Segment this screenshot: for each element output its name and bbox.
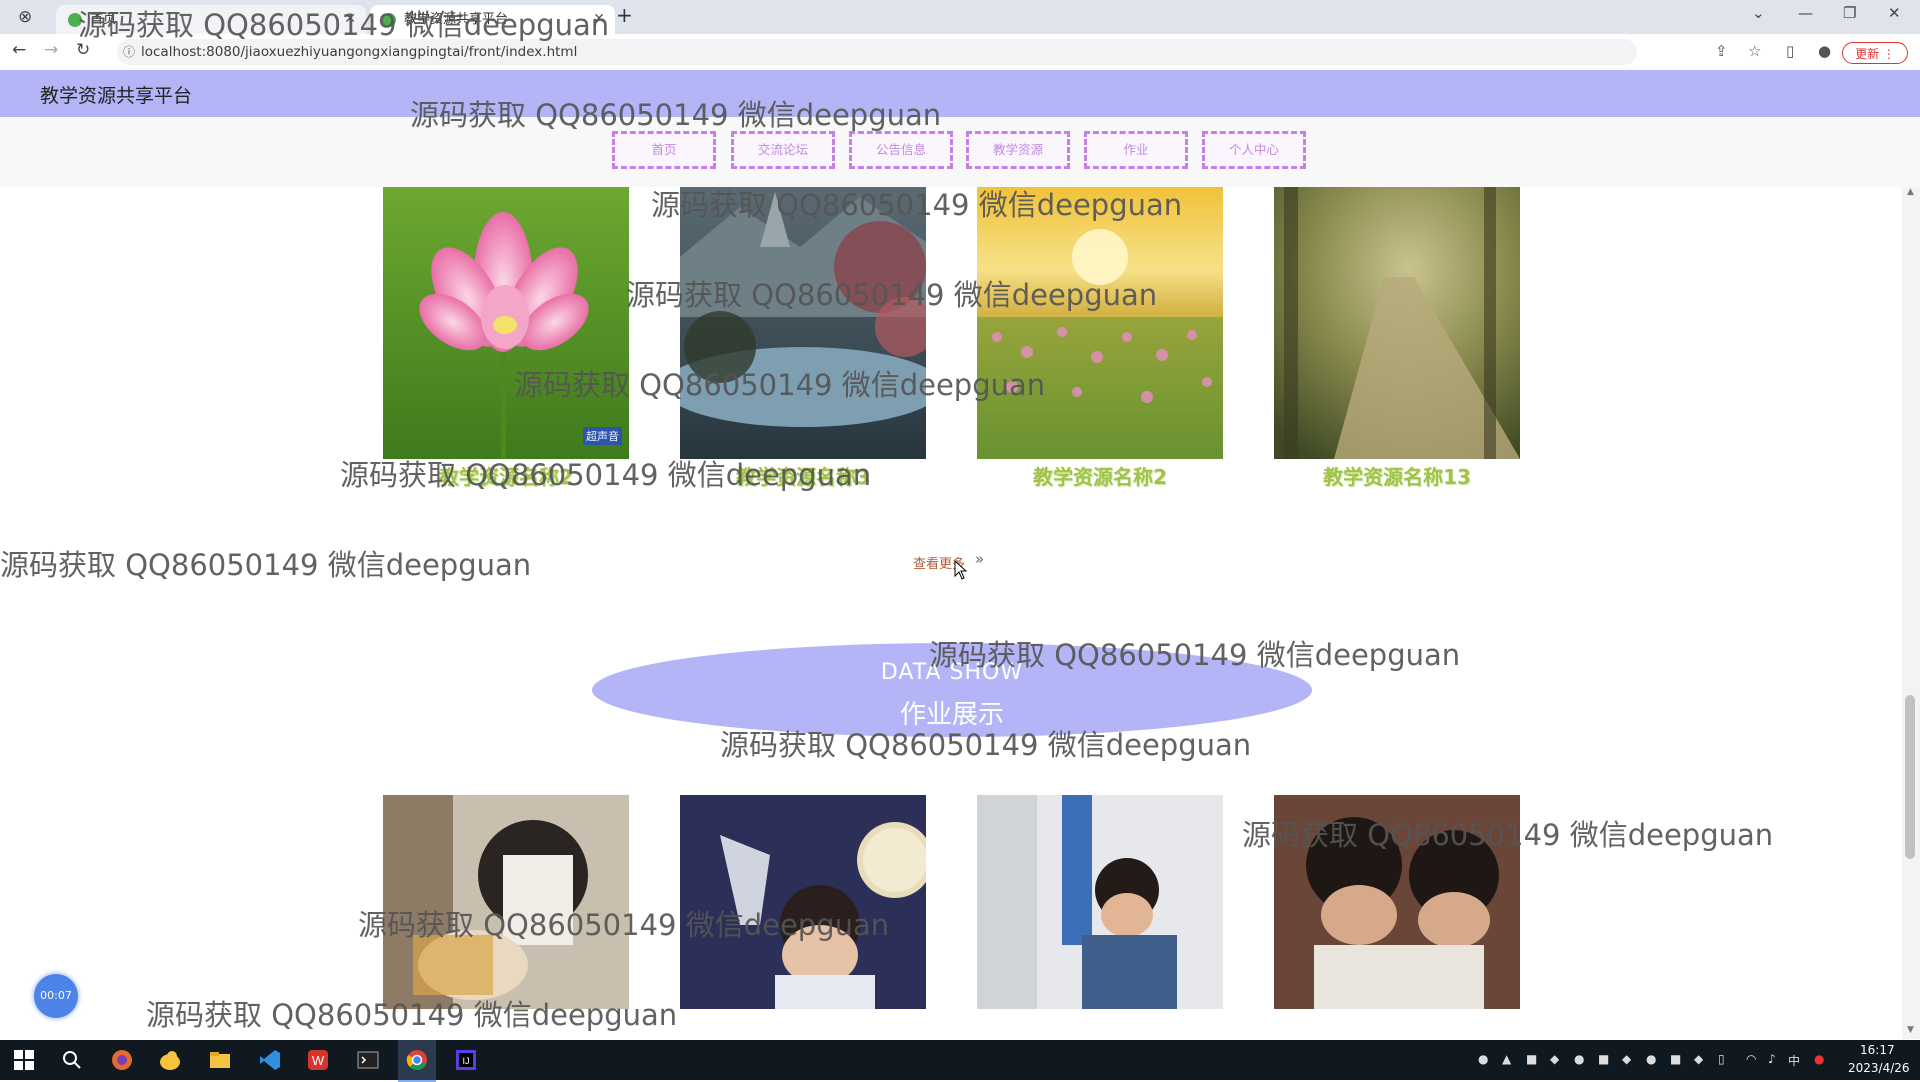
- terminal-icon[interactable]: [356, 1048, 380, 1072]
- windows-start-icon[interactable]: [12, 1048, 36, 1072]
- app-duck-icon[interactable]: [158, 1048, 182, 1072]
- resource-caption[interactable]: 教学资源名称13: [1274, 461, 1520, 490]
- tray-icon[interactable]: ●: [1646, 1052, 1656, 1066]
- update-label: 更新: [1855, 47, 1880, 61]
- tray-icon[interactable]: ◆: [1694, 1052, 1703, 1066]
- watermark: 源码获取 QQ86050149 微信deepguan: [1242, 818, 1774, 852]
- watermark: 源码获取 QQ86050149 微信deepguan: [929, 638, 1461, 672]
- nav-home[interactable]: 首页: [612, 131, 716, 169]
- tray-app-icon[interactable]: ●: [1814, 1052, 1824, 1066]
- nav-resources[interactable]: 教学资源: [966, 131, 1070, 169]
- watermark: 源码获取 QQ86050149 微信deepguan: [410, 98, 942, 132]
- tray-icon[interactable]: ▲: [1502, 1052, 1511, 1066]
- profile-icon[interactable]: ●: [1818, 42, 1831, 60]
- thumb-label: 超声音: [583, 427, 622, 445]
- vscode-icon[interactable]: [258, 1048, 282, 1072]
- resource-image-forest-path[interactable]: [1274, 187, 1520, 459]
- url-text: localhost:8080/jiaoxuezhiyuangongxiangpi…: [141, 44, 578, 60]
- browser-update-button[interactable]: 更新 ⋮: [1842, 42, 1908, 64]
- tray-icon[interactable]: ●: [1574, 1052, 1584, 1066]
- site-header: 教学资源共享平台: [0, 70, 1920, 117]
- window-close-icon[interactable]: ✕: [1888, 4, 1901, 22]
- scroll-down-icon[interactable]: ▼: [1907, 1025, 1914, 1035]
- nav-homework[interactable]: 作业: [1084, 131, 1188, 169]
- watermark: 源码获取 QQ86050149 微信deepguan: [146, 998, 678, 1032]
- chrome-icon[interactable]: [405, 1048, 429, 1072]
- restore-icon[interactable]: ❐: [1843, 4, 1856, 22]
- volume-icon[interactable]: ♪: [1768, 1052, 1776, 1066]
- svg-text:W: W: [312, 1053, 325, 1068]
- nav-announcements[interactable]: 公告信息: [849, 131, 953, 169]
- watermark: 源码获取 QQ86050149 微信deepguan: [651, 188, 1183, 222]
- resource-image-lake[interactable]: [680, 187, 926, 459]
- tab-search-icon[interactable]: ⌄: [1752, 4, 1765, 22]
- wps-icon[interactable]: W: [306, 1048, 330, 1072]
- watermark: 源码获取 QQ86050149 微信deepguan: [340, 458, 872, 492]
- minimize-icon[interactable]: —: [1798, 4, 1813, 22]
- watermark: 源码获取 QQ86050149 微信deepguan: [358, 908, 890, 942]
- resource-caption[interactable]: 教学资源名称2: [977, 461, 1223, 490]
- watermark: 源码获取 QQ86050149 微信deepguan: [514, 368, 1046, 402]
- tray-icon[interactable]: ■: [1598, 1052, 1609, 1066]
- bookmark-star-icon[interactable]: ☆: [1748, 42, 1761, 60]
- watermark: 源码获取 QQ86050149 微信deepguan: [626, 278, 1158, 312]
- scrollbar-thumb[interactable]: [1905, 695, 1915, 859]
- tray-icon[interactable]: ■: [1670, 1052, 1681, 1066]
- watermark: 源码获取 QQ86050149 微信deepguan: [720, 728, 1252, 762]
- taskbar-clock-time[interactable]: 16:17: [1860, 1043, 1895, 1057]
- firefox-icon[interactable]: [110, 1048, 134, 1072]
- watermark: 源码获取 QQ86050149 微信deepguan: [78, 8, 610, 42]
- tray-icon[interactable]: ●: [1478, 1052, 1488, 1066]
- mouse-cursor-icon: [954, 560, 968, 580]
- homework-image-3[interactable]: [977, 795, 1223, 1009]
- new-tab-button[interactable]: +: [616, 3, 633, 27]
- page-scrollbar[interactable]: ▲ ▼: [1902, 187, 1920, 1039]
- battery-icon[interactable]: ▯: [1718, 1052, 1725, 1066]
- svg-text:IJ: IJ: [462, 1056, 469, 1066]
- windows-taskbar: W IJ: [0, 1040, 1920, 1082]
- nav-forum[interactable]: 交流论坛: [731, 131, 835, 169]
- browser-menu-icon[interactable]: ⊗: [18, 7, 32, 27]
- wifi-icon[interactable]: ◠: [1746, 1052, 1756, 1066]
- input-method-indicator[interactable]: 中: [1788, 1052, 1800, 1069]
- forward-icon[interactable]: →: [44, 40, 58, 60]
- site-title[interactable]: 教学资源共享平台: [40, 81, 192, 108]
- tray-icon[interactable]: ■: [1526, 1052, 1537, 1066]
- scroll-up-icon[interactable]: ▲: [1907, 187, 1914, 197]
- search-icon[interactable]: [60, 1048, 84, 1072]
- side-panel-icon[interactable]: ▯: [1786, 42, 1794, 60]
- site-nav: 首页 交流论坛 公告信息 教学资源 作业 个人中心: [0, 117, 1920, 187]
- resource-image-meadow[interactable]: [977, 187, 1223, 459]
- taskbar-clock-date[interactable]: 2023/4/26: [1848, 1061, 1910, 1075]
- share-icon[interactable]: ⇪: [1715, 42, 1728, 60]
- watermark: 源码获取 QQ86050149 微信deepguan: [0, 548, 532, 582]
- intellij-icon[interactable]: IJ: [454, 1048, 478, 1072]
- nav-personal-center[interactable]: 个人中心: [1202, 131, 1306, 169]
- recording-timer-badge[interactable]: 00:07: [34, 974, 78, 1018]
- tray-icon[interactable]: ◆: [1622, 1052, 1631, 1066]
- back-icon[interactable]: ←: [12, 40, 26, 60]
- tray-icon[interactable]: ◆: [1550, 1052, 1559, 1066]
- file-explorer-icon[interactable]: [208, 1048, 232, 1072]
- resource-image-lotus[interactable]: 超声音: [383, 187, 629, 459]
- view-more-arrow-icon[interactable]: »: [975, 550, 984, 568]
